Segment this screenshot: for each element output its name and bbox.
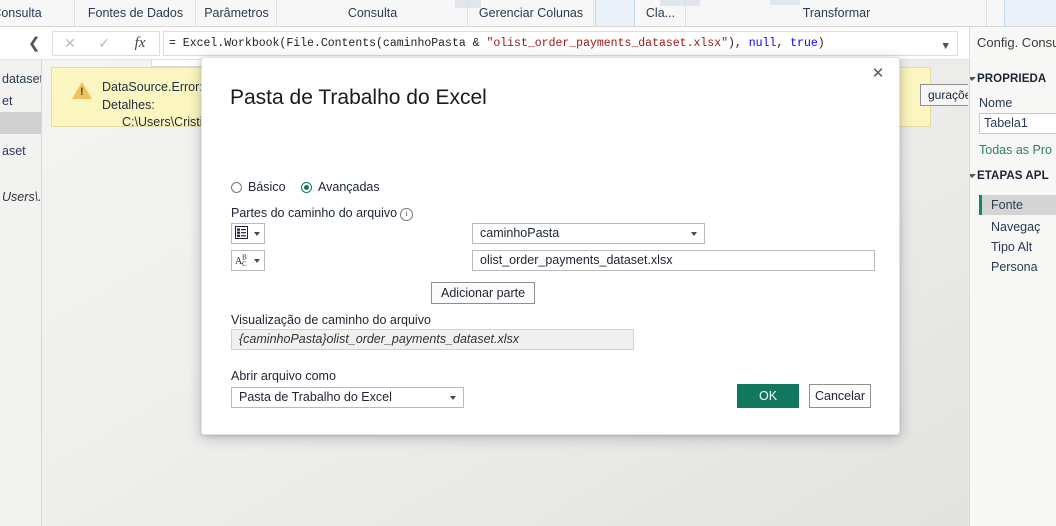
- part-value-combo-caminhopasta[interactable]: caminhoPasta: [472, 223, 705, 244]
- part-value-textbox-filename[interactable]: olist_order_payments_dataset.xlsx: [472, 250, 875, 271]
- parameter-icon: [235, 226, 248, 244]
- power-query-editor-window: Consulta Fontes de Dados Parâmetros Cons…: [0, 0, 1056, 526]
- chevron-down-icon[interactable]: [450, 396, 456, 400]
- dialog-title: Pasta de Trabalho do Excel: [230, 86, 487, 109]
- radio-avancadas[interactable]: [301, 182, 312, 193]
- file-path-preview-value: {caminhoPasta}olist_order_payments_datas…: [231, 329, 634, 350]
- open-file-as-combo[interactable]: Pasta de Trabalho do Excel: [231, 387, 464, 408]
- ok-button[interactable]: OK: [737, 384, 799, 408]
- radio-avancadas-label[interactable]: Avançadas: [318, 180, 380, 194]
- info-icon[interactable]: i: [400, 208, 414, 221]
- radio-basico-label[interactable]: Básico: [248, 180, 286, 194]
- chevron-down-icon[interactable]: [254, 259, 260, 263]
- close-icon[interactable]: ✕: [865, 62, 891, 86]
- part-type-button-parameter[interactable]: [231, 223, 265, 244]
- mode-radio-group: Básico Avançadas: [231, 180, 421, 196]
- excel-workbook-dialog: ✕ Pasta de Trabalho do Excel Básico Avan…: [201, 57, 900, 435]
- abc-text-icon: A B C: [235, 253, 252, 272]
- file-path-parts-text: Partes do caminho do arquivo: [231, 206, 398, 220]
- chevron-down-icon[interactable]: [254, 232, 260, 236]
- part-type-button-text[interactable]: A B C: [231, 250, 265, 271]
- radio-basico[interactable]: [231, 182, 242, 193]
- file-path-preview-label: Visualização de caminho do arquivo: [231, 313, 431, 327]
- svg-text:C: C: [242, 260, 247, 267]
- open-file-as-label: Abrir arquivo como: [231, 369, 336, 383]
- chevron-down-icon[interactable]: [691, 232, 697, 236]
- cancel-button[interactable]: Cancelar: [809, 384, 871, 408]
- open-file-as-value: Pasta de Trabalho do Excel: [239, 390, 392, 404]
- add-part-button[interactable]: Adicionar parte: [431, 282, 536, 304]
- part-value-text: caminhoPasta: [480, 226, 560, 240]
- file-path-parts-label: Partes do caminho do arquivo i: [231, 206, 414, 221]
